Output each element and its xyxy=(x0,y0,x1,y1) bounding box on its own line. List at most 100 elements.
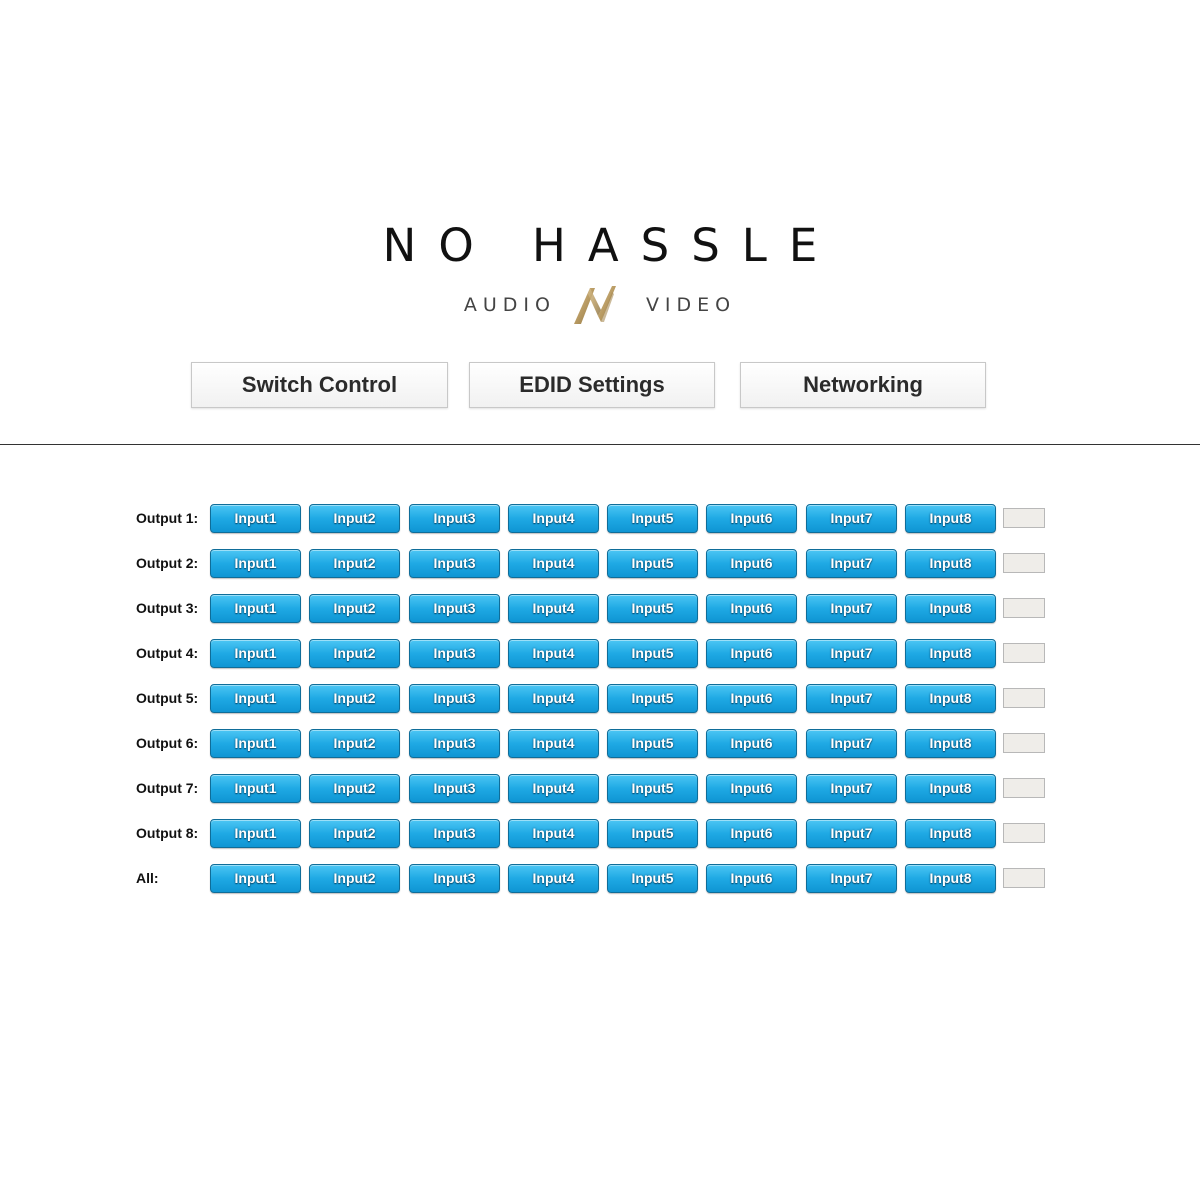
current-input-status-field xyxy=(1003,778,1045,798)
input-2-button[interactable]: Input2 xyxy=(309,639,400,668)
input-3-button[interactable]: Input3 xyxy=(409,639,500,668)
input-7-button[interactable]: Input7 xyxy=(806,639,897,668)
input-4-button[interactable]: Input4 xyxy=(508,684,599,713)
input-8-button[interactable]: Input8 xyxy=(905,504,996,533)
input-7-button[interactable]: Input7 xyxy=(806,774,897,803)
input-1-button[interactable]: Input1 xyxy=(210,729,301,758)
current-input-status-field xyxy=(1003,733,1045,753)
input-7-button[interactable]: Input7 xyxy=(806,684,897,713)
input-4-button[interactable]: Input4 xyxy=(508,864,599,893)
input-8-button[interactable]: Input8 xyxy=(905,864,996,893)
output-label: Output 5: xyxy=(136,690,199,706)
input-4-button[interactable]: Input4 xyxy=(508,729,599,758)
input-7-button[interactable]: Input7 xyxy=(806,819,897,848)
current-input-status-field xyxy=(1003,643,1045,663)
input-4-button[interactable]: Input4 xyxy=(508,504,599,533)
input-8-button[interactable]: Input8 xyxy=(905,819,996,848)
input-3-button[interactable]: Input3 xyxy=(409,549,500,578)
matrix-row-output-6: Output 6: Input1 Input2 Input3 Input4 Input5 I… xyxy=(0,729,1200,759)
logo-subtitle: AUDIO VIDEO xyxy=(0,284,1200,326)
logo-audio-word: AUDIO xyxy=(463,294,556,316)
input-6-button[interactable]: Input6 xyxy=(706,549,797,578)
input-8-button[interactable]: Input8 xyxy=(905,684,996,713)
input-7-button[interactable]: Input7 xyxy=(806,729,897,758)
input-4-button[interactable]: Input4 xyxy=(508,774,599,803)
input-8-button[interactable]: Input8 xyxy=(905,639,996,668)
input-8-button[interactable]: Input8 xyxy=(905,549,996,578)
input-6-button[interactable]: Input6 xyxy=(706,729,797,758)
matrix-row-output-8: Output 8: Input1 Input2 Input3 Input4 Input5 I… xyxy=(0,819,1200,849)
current-input-status-field xyxy=(1003,553,1045,573)
input-5-button[interactable]: Input5 xyxy=(607,639,698,668)
input-5-button[interactable]: Input5 xyxy=(607,549,698,578)
input-6-button[interactable]: Input6 xyxy=(706,774,797,803)
matrix-row-output-7: Output 7: Input1 Input2 Input3 Input4 Input5 I… xyxy=(0,774,1200,804)
input-6-button[interactable]: Input6 xyxy=(706,504,797,533)
input-1-button[interactable]: Input1 xyxy=(210,774,301,803)
input-3-button[interactable]: Input3 xyxy=(409,864,500,893)
input-5-button[interactable]: Input5 xyxy=(607,504,698,533)
logo-video-word: VIDEO xyxy=(645,294,737,316)
input-6-button[interactable]: Input6 xyxy=(706,864,797,893)
matrix-row-output-2: Output 2: Input1 Input2 Input3 Input4 Input5 I… xyxy=(0,549,1200,579)
input-2-button[interactable]: Input2 xyxy=(309,549,400,578)
input-1-button[interactable]: Input1 xyxy=(210,504,301,533)
input-5-button[interactable]: Input5 xyxy=(607,864,698,893)
input-5-button[interactable]: Input5 xyxy=(607,729,698,758)
output-label: Output 7: xyxy=(136,780,199,796)
input-1-button[interactable]: Input1 xyxy=(210,594,301,623)
input-2-button[interactable]: Input2 xyxy=(309,504,400,533)
input-3-button[interactable]: Input3 xyxy=(409,684,500,713)
input-2-button[interactable]: Input2 xyxy=(309,684,400,713)
input-1-button[interactable]: Input1 xyxy=(210,549,301,578)
input-7-button[interactable]: Input7 xyxy=(806,864,897,893)
main-nav: Switch Control EDID Settings Networking xyxy=(0,362,1200,410)
current-input-status-field xyxy=(1003,508,1045,528)
header-divider xyxy=(0,444,1200,445)
input-6-button[interactable]: Input6 xyxy=(706,819,797,848)
input-2-button[interactable]: Input2 xyxy=(309,594,400,623)
input-2-button[interactable]: Input2 xyxy=(309,819,400,848)
matrix-row-output-3: Output 3: Input1 Input2 Input3 Input4 Input5 I… xyxy=(0,594,1200,624)
input-5-button[interactable]: Input5 xyxy=(607,594,698,623)
input-7-button[interactable]: Input7 xyxy=(806,549,897,578)
input-4-button[interactable]: Input4 xyxy=(508,594,599,623)
input-5-button[interactable]: Input5 xyxy=(607,684,698,713)
input-7-button[interactable]: Input7 xyxy=(806,594,897,623)
av-logo-mark-icon xyxy=(573,286,616,324)
output-label: All: xyxy=(136,870,159,886)
input-4-button[interactable]: Input4 xyxy=(508,819,599,848)
input-8-button[interactable]: Input8 xyxy=(905,729,996,758)
edid-settings-tab[interactable]: EDID Settings xyxy=(469,362,715,408)
input-3-button[interactable]: Input3 xyxy=(409,504,500,533)
input-6-button[interactable]: Input6 xyxy=(706,639,797,668)
output-label: Output 1: xyxy=(136,510,199,526)
input-2-button[interactable]: Input2 xyxy=(309,864,400,893)
switch-control-tab[interactable]: Switch Control xyxy=(191,362,448,408)
input-3-button[interactable]: Input3 xyxy=(409,594,500,623)
output-label: Output 4: xyxy=(136,645,199,661)
input-1-button[interactable]: Input1 xyxy=(210,639,301,668)
input-1-button[interactable]: Input1 xyxy=(210,684,301,713)
input-5-button[interactable]: Input5 xyxy=(607,819,698,848)
input-6-button[interactable]: Input6 xyxy=(706,684,797,713)
networking-tab[interactable]: Networking xyxy=(740,362,986,408)
current-input-status-field xyxy=(1003,688,1045,708)
input-6-button[interactable]: Input6 xyxy=(706,594,797,623)
input-3-button[interactable]: Input3 xyxy=(409,774,500,803)
input-1-button[interactable]: Input1 xyxy=(210,819,301,848)
input-2-button[interactable]: Input2 xyxy=(309,774,400,803)
input-1-button[interactable]: Input1 xyxy=(210,864,301,893)
input-4-button[interactable]: Input4 xyxy=(508,549,599,578)
input-8-button[interactable]: Input8 xyxy=(905,774,996,803)
input-4-button[interactable]: Input4 xyxy=(508,639,599,668)
matrix-row-all: All: Input1 Input2 Input3 Input4 Input5 Input6… xyxy=(0,864,1200,894)
brand-logo: NO HASSLE AUDIO VIDEO xyxy=(0,218,1200,326)
input-5-button[interactable]: Input5 xyxy=(607,774,698,803)
input-3-button[interactable]: Input3 xyxy=(409,819,500,848)
input-8-button[interactable]: Input8 xyxy=(905,594,996,623)
input-7-button[interactable]: Input7 xyxy=(806,504,897,533)
matrix-row-output-1: Output 1: Input1 Input2 Input3 Input4 Input5 I… xyxy=(0,504,1200,534)
input-2-button[interactable]: Input2 xyxy=(309,729,400,758)
input-3-button[interactable]: Input3 xyxy=(409,729,500,758)
